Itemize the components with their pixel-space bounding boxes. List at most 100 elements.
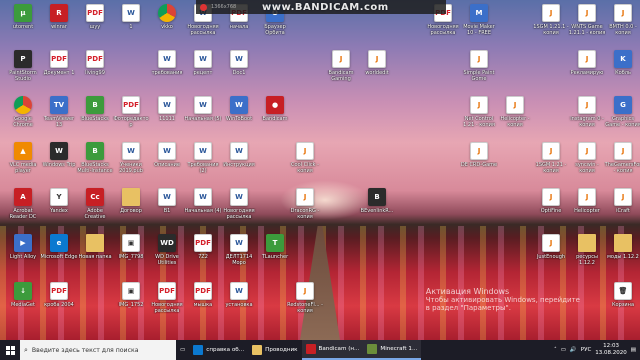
taskbar-app-button[interactable]: Bandicam (н... [301, 340, 364, 360]
desktop-icon[interactable]: J Helicopter - копия [496, 96, 534, 136]
desktop-icon[interactable]: J JustEnough [532, 234, 570, 274]
desktop-icon[interactable]: P PaintStorm Studio [4, 50, 42, 90]
taskbar-app-button[interactable]: Проводник [248, 340, 301, 360]
desktop-icon[interactable]: J DE CRD-Game [460, 142, 498, 182]
app-file-icon: ▶ [14, 234, 32, 252]
desktop-icon[interactable]: PDF living99 [76, 50, 114, 90]
desktop-icon[interactable]: W Описание [148, 142, 186, 182]
input-language[interactable]: РУС [581, 347, 592, 353]
java-file-icon: J [614, 188, 632, 206]
desktop-icon[interactable]: W1 [112, 4, 150, 44]
desktop-icon[interactable]: J Net Control 1.21 - копия [460, 96, 498, 136]
notifications-icon[interactable]: ▤ [631, 347, 636, 353]
desktop-icon[interactable]: B BlueStacks [76, 96, 114, 136]
desktop-icon[interactable]: W Новогодняя рассылка [220, 188, 258, 228]
task-view-button[interactable]: ▭ [176, 340, 189, 360]
desktop-icon[interactable]: PDF 7Z2 [184, 234, 222, 274]
desktop-icon[interactable]: J Bandicam Gaming [322, 50, 360, 90]
desktop-icon[interactable]: W ДЕЛТ1714 Моро [220, 234, 258, 274]
desktop-icon[interactable]: ▣ IMG_1752 [112, 282, 150, 322]
desktop-icon[interactable]: Jworldedit [358, 50, 396, 90]
desktop-icon[interactable]: Wрецепт [184, 50, 222, 90]
desktop-icon[interactable]: W Инструкция [220, 142, 258, 182]
desktop-icon[interactable]: J Instagram 0 - копия [568, 96, 606, 136]
desktop-icon[interactable]: TV TeamViewer 13 [40, 96, 78, 136]
desktop-icon[interactable]: K Кобль [604, 50, 640, 90]
desktop-icon[interactable]: J 1SGM 1.21 - копия [532, 142, 570, 182]
desktop-icon-label: Light Alloy [9, 254, 37, 260]
desktop-icon[interactable]: vkko [148, 4, 186, 44]
desktop-icon[interactable]: µ utorrent [4, 4, 42, 44]
desktop-icon[interactable]: e Microsoft Edge [40, 234, 78, 274]
desktop-icon[interactable]: M Movie Maker 10 - FREE [460, 4, 498, 44]
desktop-icon[interactable]: T TLauncher [256, 234, 294, 274]
desktop-icon[interactable]: Google Chrome [4, 96, 42, 136]
desktop-icon[interactable]: W Требования (2) [184, 142, 222, 182]
desktop-icon[interactable]: W Начальная (4) [184, 188, 222, 228]
desktop-icon[interactable]: PDF кроба 2004 [40, 282, 78, 322]
desktop-icon-label: Начальная (5) [184, 116, 222, 122]
desktop-icon[interactable]: A Acrobat Reader DC [4, 188, 42, 228]
desktop-icon[interactable]: 🗑 Корзина [604, 282, 640, 322]
desktop-icon[interactable]: ▲ VLC media player [4, 142, 42, 182]
desktop-icon[interactable]: J 1SGM 1.21.1 - копия [532, 4, 570, 44]
desktop-icon[interactable]: ▣ IMG_7798 [112, 234, 150, 274]
desktop-icon[interactable]: Jsyncwin - копия [568, 142, 606, 182]
desktop-icon[interactable]: PDF Фоторедактор [112, 96, 150, 136]
desktop-icon[interactable]: Новая папка [76, 234, 114, 274]
desktop-icon[interactable]: W Ученики 2019.pub [112, 142, 150, 182]
desktop-icon[interactable]: Rwinrar [40, 4, 78, 44]
desktop-icon[interactable]: J WNTS Game 1.21.1 - копия [568, 4, 606, 44]
desktop-icon[interactable]: Y Yandex [40, 188, 78, 228]
desktop-icon[interactable]: J TheGamersFor - копия [604, 142, 640, 182]
desktop-icon-label: Договор [120, 208, 142, 214]
desktop-icon[interactable]: PDF Новогодняя рассылка [148, 282, 186, 322]
desktop-icon[interactable]: W Windows Trip [40, 142, 78, 182]
taskbar-app-button[interactable]: Minecraft 1... [363, 340, 422, 360]
network-icon[interactable]: ▭ [561, 347, 566, 353]
pdf-file-icon: PDF [158, 282, 176, 300]
desktop-icon[interactable]: PDF Документ 1 [40, 50, 78, 90]
desktop-icon[interactable]: ↓ MediaGet [4, 282, 42, 322]
desktop-icon[interactable]: B BEvenlinkR... [358, 188, 396, 228]
desktop-icon[interactable]: ● Bandicam [256, 96, 294, 136]
taskbar-search-box[interactable]: ⌕ Введите здесь текст для поиска [20, 340, 176, 360]
desktop-icon[interactable]: J OptiFine [532, 188, 570, 228]
tray-up-arrow-icon[interactable]: ˄ [554, 347, 557, 353]
clock-time: 12:03 [603, 343, 619, 349]
desktop-icon[interactable]: W B1 [148, 188, 186, 228]
taskbar-app-button[interactable]: справка об... [189, 340, 248, 360]
desktop-icon[interactable]: ▶ Light Alloy [4, 234, 42, 274]
volume-icon[interactable]: 🔊 [570, 347, 577, 353]
desktop-icon[interactable]: PDF шуу [76, 4, 114, 44]
desktop-icon[interactable]: ресурсы 1.12.2 [568, 234, 606, 274]
desktop-icon[interactable]: B BlueStacks Multi-Instance [76, 142, 114, 182]
desktop-icon[interactable]: W Начальная (5) [184, 96, 222, 136]
java-file-icon: J [578, 96, 596, 114]
desktop-icon[interactable]: PDF мышка [184, 282, 222, 322]
desktop-icon[interactable]: J BMTH 0.0 - копия [604, 4, 640, 44]
desktop-icon-label: рецепт [193, 70, 213, 76]
desktop-icon[interactable]: G Graphics Game - копия [604, 96, 640, 136]
desktop-icon[interactable]: J RedstoneFl... - копия [286, 282, 324, 322]
desktop-icon[interactable]: Cc Adobe Creative [76, 188, 114, 228]
desktop-icon[interactable]: моды 1.12.2 [604, 234, 640, 274]
desktop-icon[interactable]: Wустановка [220, 282, 258, 322]
desktop-icon[interactable]: W 11111 [148, 96, 186, 136]
desktop-icon[interactable]: JiCraft [604, 188, 640, 228]
desktop-icon[interactable]: J Cool Click - копия [286, 142, 324, 182]
desktop-icon[interactable]: W WinToBoot [220, 96, 258, 136]
record-indicator-icon[interactable] [200, 3, 207, 11]
desktop-icon-label: Корзина [611, 302, 635, 308]
clock[interactable]: 12:03 13.08.2020 [595, 343, 627, 357]
start-button[interactable] [0, 340, 20, 360]
desktop-icon[interactable]: J Helicopter [568, 188, 606, 228]
desktop-icon[interactable]: J DraconRG - копия [286, 188, 324, 228]
desktop-icon[interactable]: W Doc1 [220, 50, 258, 90]
white-file-icon: Y [50, 188, 68, 206]
desktop-icon[interactable]: J Рекламирую [568, 50, 606, 90]
desktop-icon[interactable]: Wтребования [148, 50, 186, 90]
desktop-icon[interactable]: WD WD Drive Utilities [148, 234, 186, 274]
desktop-icon[interactable]: J Simple Paint Gome [460, 50, 498, 90]
desktop-icon[interactable]: Договор [112, 188, 150, 228]
